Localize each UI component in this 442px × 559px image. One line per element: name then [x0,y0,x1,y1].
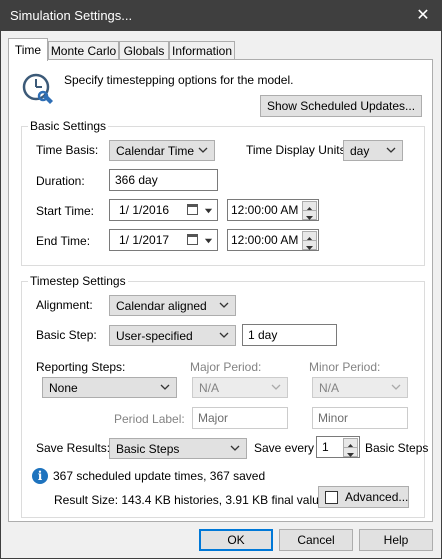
advanced-label: Advanced... [345,490,409,504]
save-every-label: Save every [254,441,315,455]
time-basis-label: Time Basis: [36,143,99,157]
save-results-label: Save Results: [36,441,111,455]
minor-period-label: Minor Period: [309,360,381,374]
clock-wrench-icon [21,72,55,106]
duration-label: Duration: [36,174,85,188]
timestep-settings-group: Timestep Settings Alignment: Calendar al… [21,274,429,518]
minor-period-value: N/A [319,381,340,395]
calendar-icon[interactable] [187,234,198,245]
tab-label: Information [171,44,233,58]
reporting-steps-label: Reporting Steps: [36,360,126,374]
end-time-value: 12:00:00 AM [231,233,299,247]
save-results-value: Basic Steps [116,442,180,456]
tab-label: Time [14,43,42,57]
basic-step-select[interactable]: User-specified [109,325,236,346]
major-period-select[interactable]: N/A [192,377,288,398]
time-tab-panel: Specify timestepping options for the mod… [8,59,433,522]
chevron-down-icon [391,384,401,390]
simulation-settings-dialog: Simulation Settings... ✕ Time Monte Carl… [0,0,442,559]
header-description: Specify timestepping options for the mod… [64,73,294,87]
chevron-down-icon [219,332,229,338]
save-every-value: 1 [322,440,329,454]
minor-period-select[interactable]: N/A [312,377,408,398]
major-period-value: N/A [199,381,220,395]
time-display-units-select[interactable]: day [343,140,403,161]
cancel-button[interactable]: Cancel [279,529,353,551]
major-label-input[interactable]: Major [192,407,288,429]
end-time-input[interactable]: 12:00:00 AM [227,229,319,251]
start-date-picker[interactable]: 1/ 1/2016 [109,199,218,221]
chevron-down-icon [271,384,281,390]
alignment-value: Calendar aligned [116,299,207,313]
advanced-button[interactable]: Advanced... [318,486,409,508]
close-icon[interactable]: ✕ [405,1,441,31]
chevron-down-icon[interactable] [204,236,213,245]
save-every-input[interactable]: 1 [316,436,360,458]
alignment-label: Alignment: [36,298,93,312]
chevron-down-icon[interactable] [204,206,213,215]
end-date-value: 1/ 1/2017 [119,233,170,247]
major-period-label: Major Period: [190,360,262,374]
tab-label: Globals [123,44,165,58]
chevron-down-icon [386,147,396,153]
chevron-down-icon [198,147,208,153]
spin-down-button[interactable] [302,210,317,220]
title-bar: Simulation Settings... ✕ [1,1,441,31]
save-results-select[interactable]: Basic Steps [109,438,247,459]
duration-value: 366 day [115,173,158,187]
tab-monte-carlo[interactable]: Monte Carlo [48,41,119,60]
spin-down-button[interactable] [343,447,358,457]
start-time-value: 12:00:00 AM [231,203,299,217]
period-label-label: Period Label: [114,412,185,426]
start-time-input[interactable]: 12:00:00 AM [227,199,319,221]
chevron-down-icon [160,384,170,390]
start-time-label: Start Time: [36,204,95,218]
spin-down-button[interactable] [302,240,317,250]
window-title: Simulation Settings... [10,8,133,23]
ok-button[interactable]: OK [199,529,273,551]
time-display-units-label: Time Display Units: [246,143,349,157]
minor-label-input[interactable]: Minor [312,407,408,429]
time-basis-value: Calendar Time [116,144,195,158]
major-label-value: Major [198,411,229,425]
basic-step-amount-value: 1 day [248,328,278,342]
chevron-down-icon [219,302,229,308]
basic-step-amount-input[interactable]: 1 day [242,324,337,346]
advanced-checkbox[interactable] [325,491,338,504]
end-time-label: End Time: [36,234,91,248]
end-date-picker[interactable]: 1/ 1/2017 [109,229,218,251]
reporting-steps-value: None [49,381,78,395]
help-button[interactable]: Help [359,529,433,551]
tab-label: Monte Carlo [50,44,117,58]
save-every-suffix: Basic Steps [365,441,429,455]
basic-step-value: User-specified [116,329,193,343]
basic-settings-group: Basic Settings Time Basis: Calendar Time… [21,119,425,266]
tab-information[interactable]: Information [169,41,235,60]
minor-label-value: Minor [318,411,349,425]
chevron-down-icon [230,445,240,451]
basic-step-label: Basic Step: [36,328,97,342]
tab-time[interactable]: Time [8,38,48,61]
time-display-units-value: day [350,144,370,158]
tab-globals[interactable]: Globals [119,41,169,60]
calendar-icon[interactable] [187,204,198,215]
timestep-settings-legend: Timestep Settings [28,274,128,288]
time-basis-select[interactable]: Calendar Time [109,140,215,161]
result-size-text: Result Size: 143.4 KB histories, 3.91 KB… [54,493,332,507]
alignment-select[interactable]: Calendar aligned [109,295,236,316]
reporting-steps-select[interactable]: None [42,377,177,398]
basic-settings-legend: Basic Settings [28,119,109,133]
show-scheduled-updates-button[interactable]: Show Scheduled Updates... [260,95,422,117]
scheduled-updates-text: 367 scheduled update times, 367 saved [53,469,266,483]
start-date-value: 1/ 1/2016 [119,203,170,217]
duration-input[interactable]: 366 day [109,169,218,191]
info-icon: i [32,468,48,484]
